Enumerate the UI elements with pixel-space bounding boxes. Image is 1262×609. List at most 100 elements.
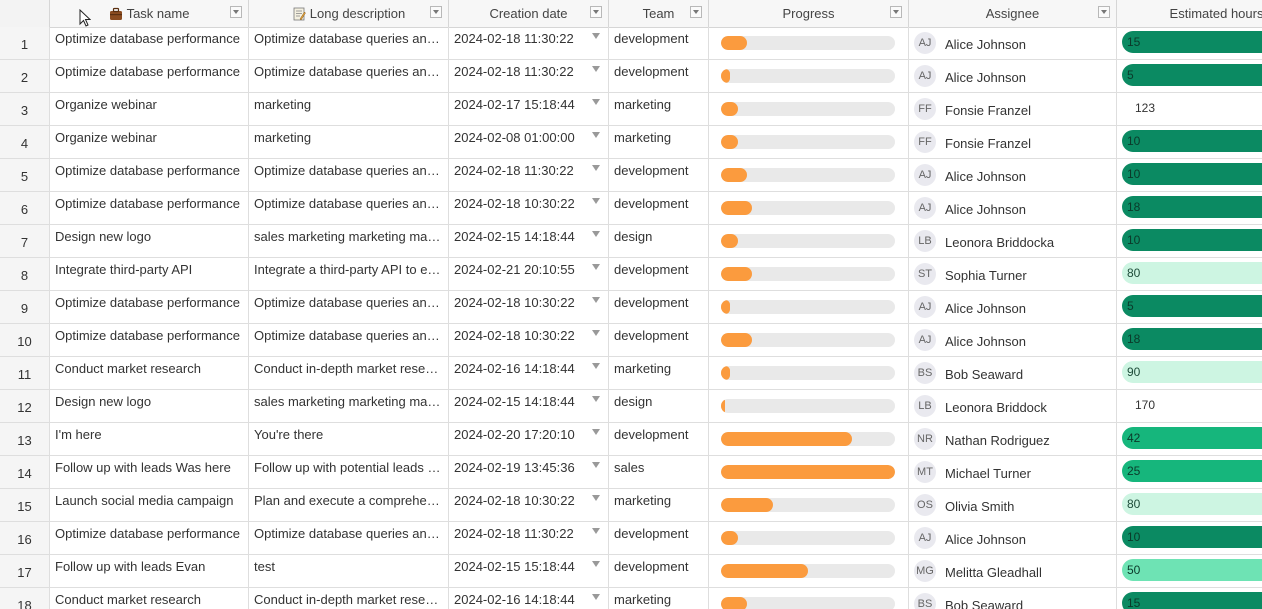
- creation-date-cell[interactable]: 2024-02-15 15:18:44: [449, 555, 609, 587]
- progress-cell[interactable]: [709, 324, 909, 356]
- creation-date-cell[interactable]: 2024-02-21 20:10:55: [449, 258, 609, 290]
- creation-date-cell[interactable]: 2024-02-16 14:18:44: [449, 588, 609, 609]
- dropdown-arrow-icon[interactable]: [592, 231, 600, 237]
- description-cell[interactable]: Conduct in-depth market resea…: [249, 357, 449, 389]
- task-name-cell[interactable]: I'm here: [50, 423, 249, 455]
- assignee-cell[interactable]: BS Bob Seaward: [909, 357, 1117, 389]
- progress-cell[interactable]: [709, 159, 909, 191]
- table-row[interactable]: 8 Integrate third-party API Integrate a th…: [0, 258, 1262, 291]
- task-name-cell[interactable]: Optimize database performance: [50, 60, 249, 92]
- task-name-cell[interactable]: Optimize database performance: [50, 522, 249, 554]
- estimated-hours-cell[interactable]: 5: [1117, 60, 1262, 92]
- task-name-cell[interactable]: Optimize database performance: [50, 324, 249, 356]
- assignee-cell[interactable]: AJ Alice Johnson: [909, 192, 1117, 224]
- task-name-cell[interactable]: Optimize database performance: [50, 159, 249, 191]
- assignee-cell[interactable]: AJ Alice Johnson: [909, 324, 1117, 356]
- team-cell[interactable]: marketing: [609, 357, 709, 389]
- progress-cell[interactable]: [709, 27, 909, 59]
- assignee-cell[interactable]: LB Leonora Briddock: [909, 390, 1117, 422]
- progress-cell[interactable]: [709, 291, 909, 323]
- description-cell[interactable]: Optimize database queries and…: [249, 60, 449, 92]
- creation-date-cell[interactable]: 2024-02-18 11:30:22: [449, 60, 609, 92]
- dropdown-arrow-icon[interactable]: [592, 330, 600, 336]
- task-name-cell[interactable]: Launch social media campaign: [50, 489, 249, 521]
- assignee-cell[interactable]: MG Melitta Gleadhall: [909, 555, 1117, 587]
- progress-cell[interactable]: [709, 555, 909, 587]
- table-row[interactable]: 12 Design new logo sales marketing marketi…: [0, 390, 1262, 423]
- estimated-hours-cell[interactable]: 18: [1117, 192, 1262, 224]
- description-cell[interactable]: marketing: [249, 126, 449, 158]
- description-cell[interactable]: Plan and execute a comprehen…: [249, 489, 449, 521]
- progress-cell[interactable]: [709, 93, 909, 125]
- assignee-cell[interactable]: AJ Alice Johnson: [909, 522, 1117, 554]
- column-header-desc[interactable]: Long description: [249, 0, 449, 27]
- team-cell[interactable]: marketing: [609, 93, 709, 125]
- assignee-cell[interactable]: OS Olivia Smith: [909, 489, 1117, 521]
- creation-date-cell[interactable]: 2024-02-08 01:00:00: [449, 126, 609, 158]
- estimated-hours-cell[interactable]: 25: [1117, 456, 1262, 488]
- dropdown-arrow-icon[interactable]: [592, 99, 600, 105]
- filter-icon[interactable]: [430, 6, 442, 18]
- dropdown-arrow-icon[interactable]: [592, 33, 600, 39]
- description-cell[interactable]: sales marketing marketing mar…: [249, 225, 449, 257]
- estimated-hours-cell[interactable]: 42: [1117, 423, 1262, 455]
- task-name-cell[interactable]: Integrate third-party API: [50, 258, 249, 290]
- table-row[interactable]: 16 Optimize database performance Optimize …: [0, 522, 1262, 555]
- dropdown-arrow-icon[interactable]: [592, 66, 600, 72]
- dropdown-arrow-icon[interactable]: [592, 264, 600, 270]
- description-cell[interactable]: Follow up with potential leads t…: [249, 456, 449, 488]
- team-cell[interactable]: design: [609, 390, 709, 422]
- dropdown-arrow-icon[interactable]: [592, 462, 600, 468]
- progress-cell[interactable]: [709, 588, 909, 609]
- estimated-hours-cell[interactable]: 10: [1117, 522, 1262, 554]
- task-name-cell[interactable]: Follow up with leads Evan: [50, 555, 249, 587]
- column-header-hours[interactable]: Estimated hours: [1117, 0, 1262, 27]
- dropdown-arrow-icon[interactable]: [592, 396, 600, 402]
- estimated-hours-cell[interactable]: 80: [1117, 258, 1262, 290]
- table-row[interactable]: 5 Optimize database performance Optimize d…: [0, 159, 1262, 192]
- description-cell[interactable]: Optimize database queries and…: [249, 27, 449, 59]
- creation-date-cell[interactable]: 2024-02-16 14:18:44: [449, 357, 609, 389]
- creation-date-cell[interactable]: 2024-02-18 11:30:22: [449, 522, 609, 554]
- estimated-hours-cell[interactable]: 50: [1117, 555, 1262, 587]
- dropdown-arrow-icon[interactable]: [592, 165, 600, 171]
- task-name-cell[interactable]: Organize webinar: [50, 93, 249, 125]
- dropdown-arrow-icon[interactable]: [592, 561, 600, 567]
- progress-cell[interactable]: [709, 456, 909, 488]
- table-row[interactable]: 15 Launch social media campaign Plan and e…: [0, 489, 1262, 522]
- progress-cell[interactable]: [709, 60, 909, 92]
- table-row[interactable]: 10 Optimize database performance Optimize …: [0, 324, 1262, 357]
- assignee-cell[interactable]: LB Leonora Briddocka: [909, 225, 1117, 257]
- dropdown-arrow-icon[interactable]: [592, 297, 600, 303]
- creation-date-cell[interactable]: 2024-02-17 15:18:44: [449, 93, 609, 125]
- progress-cell[interactable]: [709, 258, 909, 290]
- dropdown-arrow-icon[interactable]: [592, 495, 600, 501]
- table-row[interactable]: 11 Conduct market research Conduct in-dept…: [0, 357, 1262, 390]
- task-name-cell[interactable]: Conduct market research: [50, 588, 249, 609]
- estimated-hours-cell[interactable]: 123: [1117, 93, 1262, 125]
- progress-cell[interactable]: [709, 489, 909, 521]
- task-name-cell[interactable]: Design new logo: [50, 390, 249, 422]
- team-cell[interactable]: development: [609, 555, 709, 587]
- description-cell[interactable]: sales marketing marketing mar…: [249, 390, 449, 422]
- assignee-cell[interactable]: BS Bob Seaward: [909, 588, 1117, 609]
- assignee-cell[interactable]: FF Fonsie Franzel: [909, 93, 1117, 125]
- dropdown-arrow-icon[interactable]: [592, 429, 600, 435]
- creation-date-cell[interactable]: 2024-02-20 17:20:10: [449, 423, 609, 455]
- description-cell[interactable]: You're there: [249, 423, 449, 455]
- team-cell[interactable]: marketing: [609, 489, 709, 521]
- creation-date-cell[interactable]: 2024-02-15 14:18:44: [449, 390, 609, 422]
- team-cell[interactable]: development: [609, 192, 709, 224]
- assignee-cell[interactable]: FF Fonsie Franzel: [909, 126, 1117, 158]
- estimated-hours-cell[interactable]: 5: [1117, 291, 1262, 323]
- assignee-cell[interactable]: AJ Alice Johnson: [909, 27, 1117, 59]
- table-row[interactable]: 7 Design new logo sales marketing marketin…: [0, 225, 1262, 258]
- creation-date-cell[interactable]: 2024-02-18 11:30:22: [449, 27, 609, 59]
- description-cell[interactable]: Optimize database queries and…: [249, 192, 449, 224]
- table-row[interactable]: 13 I'm here You're there 2024-02-20 17:20:1…: [0, 423, 1262, 456]
- estimated-hours-cell[interactable]: 18: [1117, 324, 1262, 356]
- team-cell[interactable]: marketing: [609, 126, 709, 158]
- estimated-hours-cell[interactable]: 10: [1117, 159, 1262, 191]
- description-cell[interactable]: Optimize database queries and…: [249, 324, 449, 356]
- description-cell[interactable]: Integrate a third-party API to e…: [249, 258, 449, 290]
